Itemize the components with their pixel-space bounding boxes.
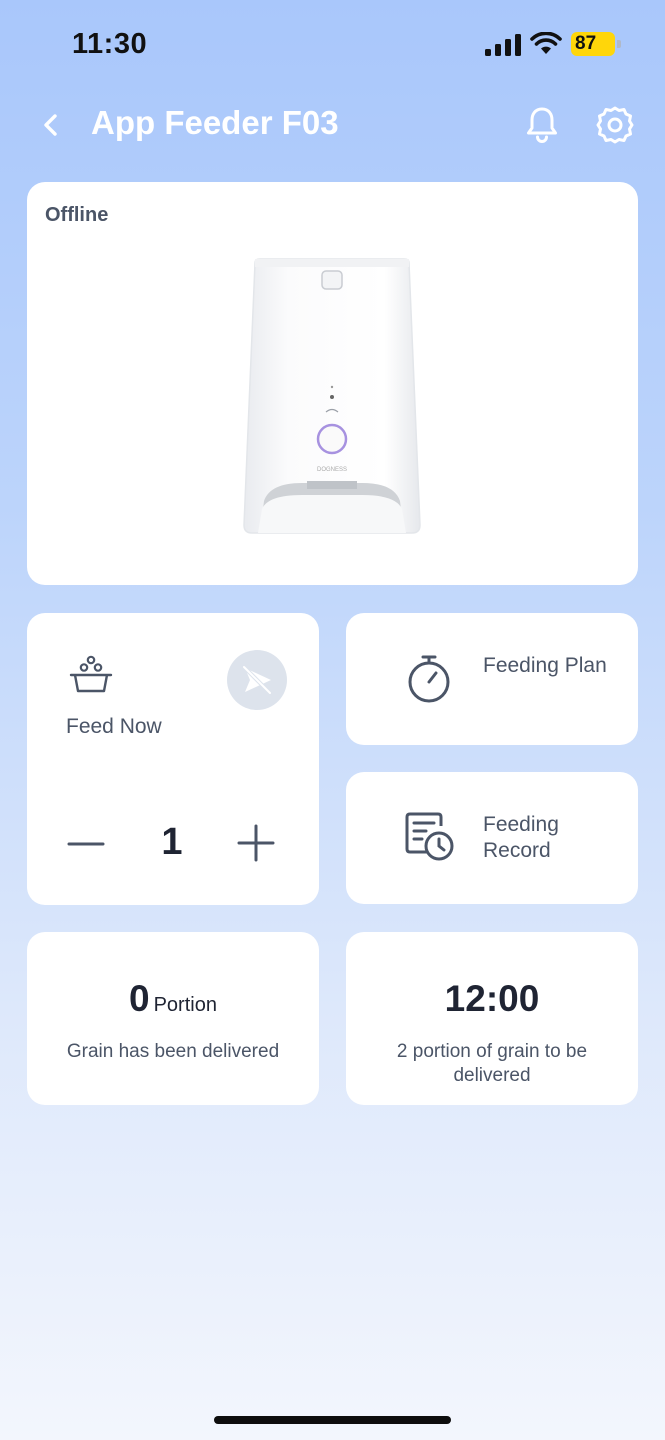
feeding-record-label: Feeding Record xyxy=(483,813,559,862)
plus-button[interactable] xyxy=(237,824,275,862)
next-feeding-card: 12:00 2 portion of grain to be delivered xyxy=(346,932,638,1105)
home-indicator xyxy=(214,1416,451,1424)
gear-icon[interactable] xyxy=(594,104,636,146)
cellular-signal-icon xyxy=(485,34,521,56)
feeding-record-button[interactable]: Feeding Record xyxy=(346,772,638,904)
page-title: App Feeder F03 xyxy=(91,104,339,141)
delivered-text: Grain has been delivered xyxy=(66,1041,280,1062)
delivered-line: 0 Portion xyxy=(27,978,319,1020)
feed-now-send-button[interactable] xyxy=(227,650,287,710)
battery-indicator: 87 xyxy=(571,32,621,56)
status-time: 11:30 xyxy=(72,28,148,60)
feeding-plan-label: Feeding Plan xyxy=(483,654,607,677)
bell-icon[interactable] xyxy=(522,104,562,144)
feed-now-card: Feed Now 1 xyxy=(27,613,319,905)
chevron-left-icon[interactable] xyxy=(34,108,68,142)
header-nav: App Feeder F03 xyxy=(0,90,665,160)
feed-now-label: Feed Now xyxy=(66,715,162,738)
timer-icon xyxy=(408,655,450,703)
delivered-stat-card: 0 Portion Grain has been delivered xyxy=(27,932,319,1105)
portion-count: 1 xyxy=(161,821,183,863)
status-bar: 11:30 87 xyxy=(0,0,665,90)
feeding-plan-button[interactable]: Feeding Plan xyxy=(346,613,638,745)
pet-feeder-image: DOGNESS xyxy=(243,258,421,534)
record-clock-icon xyxy=(405,812,454,861)
battery-cap xyxy=(617,40,621,48)
device-card[interactable]: Offline DOGNESS xyxy=(27,182,638,585)
delivered-count: 0 xyxy=(129,978,150,1019)
send-disabled-icon xyxy=(242,665,272,695)
device-status: Offline xyxy=(45,204,109,226)
minus-button[interactable] xyxy=(67,825,105,863)
svg-text:DOGNESS: DOGNESS xyxy=(317,467,347,473)
battery-level: 87 xyxy=(575,33,597,54)
next-time-line: 12:00 xyxy=(346,978,638,1020)
next-feeding-text: 2 portion of grain to be delivered xyxy=(396,1041,588,1086)
battery-body: 87 xyxy=(571,32,615,56)
food-bowl-icon xyxy=(69,655,113,693)
wifi-icon xyxy=(530,32,562,54)
next-feeding-time: 12:00 xyxy=(444,978,540,1019)
delivered-unit: Portion xyxy=(153,994,217,1016)
